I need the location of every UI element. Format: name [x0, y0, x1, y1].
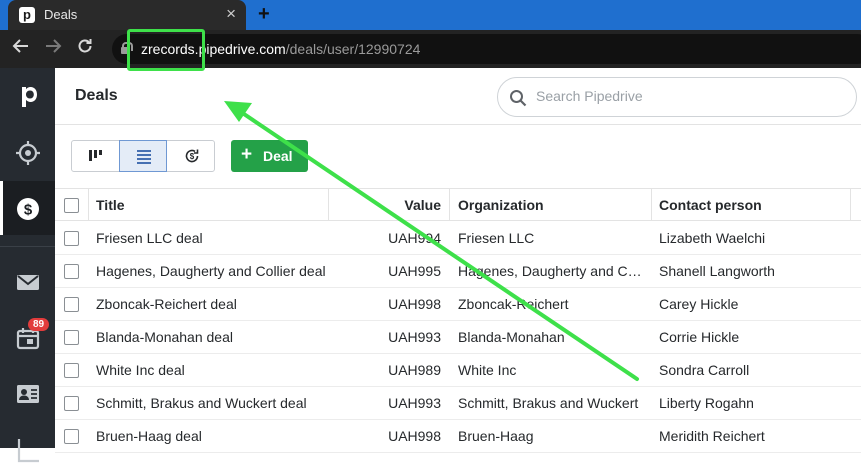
add-deal-label: Deal [263, 148, 293, 164]
deal-title-link[interactable]: Zboncak-Reichert deal [96, 288, 326, 320]
sidebar-item-deals[interactable]: $ [0, 181, 55, 235]
contact-person-link[interactable]: Lizabeth Waelchi [659, 222, 849, 254]
table-row[interactable]: Blanda-Monahan deal UAH993 Blanda-Monaha… [55, 321, 861, 354]
row-checkbox[interactable] [64, 330, 79, 345]
add-deal-button[interactable]: + Deal [231, 140, 308, 172]
column-divider [651, 189, 652, 220]
column-header-contact-person[interactable]: Contact person [659, 189, 849, 220]
deal-value: UAH995 [388, 263, 441, 279]
deal-title-link[interactable]: Hagenes, Daugherty and Collier deal [96, 255, 326, 287]
list-icon [137, 150, 151, 164]
deal-value: UAH994 [388, 230, 441, 246]
table-row[interactable]: Zboncak-Reichert deal UAH998 Zboncak-Rei… [55, 288, 861, 321]
page-header: Deals [55, 68, 861, 125]
organization-link[interactable]: Friesen LLC [458, 222, 642, 254]
sidebar-item-insights[interactable] [0, 422, 55, 476]
deal-title-link[interactable]: White Inc deal [96, 354, 326, 386]
sidebar-separator [0, 246, 55, 247]
sidebar-item-activities[interactable]: 89 [0, 310, 55, 364]
deal-value: UAH998 [388, 296, 441, 312]
sidebar-item-logo[interactable] [0, 68, 55, 122]
table-header-row: Title Value Organization Contact person [55, 188, 861, 221]
row-checkbox[interactable] [64, 264, 79, 279]
pipeline-view-button[interactable] [72, 141, 120, 171]
deal-value: UAH998 [388, 428, 441, 444]
deal-title-link[interactable]: Friesen LLC deal [96, 222, 326, 254]
organization-link[interactable]: Zboncak-Reichert [458, 288, 642, 320]
search-icon [510, 90, 527, 107]
view-switcher: $ [71, 140, 215, 172]
row-checkbox[interactable] [64, 363, 79, 378]
forecast-view-button[interactable]: $ [168, 141, 216, 171]
address-bar[interactable]: zrecords.pipedrive.com/deals/user/129907… [112, 34, 861, 64]
table-row[interactable]: Hagenes, Daugherty and Collier deal UAH9… [55, 255, 861, 288]
organization-link[interactable]: Schmitt, Brakus and Wuckert [458, 387, 642, 419]
svg-text:$: $ [190, 152, 195, 161]
table-row[interactable]: Schmitt, Brakus and Wuckert deal UAH993 … [55, 387, 861, 420]
search-box[interactable] [497, 77, 857, 117]
organization-link[interactable]: White Inc [458, 354, 642, 386]
app-sidebar: $ 89 [0, 68, 55, 463]
browser-tab[interactable]: p Deals × [8, 0, 246, 30]
column-divider [850, 189, 851, 220]
contact-person-link[interactable]: Carey Hickle [659, 288, 849, 320]
column-header-title[interactable]: Title [96, 189, 326, 220]
search-input[interactable] [534, 87, 834, 105]
subdomain-highlight-box [127, 29, 205, 71]
contact-person-link[interactable]: Liberty Rogahn [659, 387, 849, 419]
page-title: Deals [75, 87, 118, 104]
deal-value: UAH993 [388, 395, 441, 411]
mail-icon [17, 275, 39, 290]
activities-badge: 89 [28, 318, 50, 331]
dollar-icon: $ [17, 198, 39, 220]
forward-arrow-icon[interactable] [44, 37, 62, 60]
sidebar-item-mail[interactable] [0, 254, 55, 308]
back-arrow-icon[interactable] [12, 37, 30, 60]
row-checkbox[interactable] [64, 297, 79, 312]
browser-tab-bar: p Deals × + [0, 0, 861, 30]
row-checkbox[interactable] [64, 231, 79, 246]
organization-link[interactable]: Blanda-Monahan [458, 321, 642, 353]
table-row[interactable]: Bruen-Haag deal UAH998 Bruen-Haag Meridi… [55, 420, 861, 453]
contacts-icon [17, 385, 39, 403]
sidebar-item-focus[interactable] [0, 125, 55, 179]
deal-value: UAH993 [388, 329, 441, 345]
column-header-value[interactable]: Value [328, 189, 441, 220]
contact-person-link[interactable]: Corrie Hickle [659, 321, 849, 353]
contact-person-link[interactable]: Meridith Reichert [659, 420, 849, 452]
organization-link[interactable]: Bruen-Haag [458, 420, 642, 452]
table-row[interactable]: Friesen LLC deal UAH994 Friesen LLC Liza… [55, 222, 861, 255]
target-icon [16, 141, 40, 165]
pipedrive-favicon-icon: p [19, 7, 35, 23]
row-checkbox[interactable] [64, 396, 79, 411]
svg-text:$: $ [24, 202, 33, 219]
deal-value: UAH989 [388, 362, 441, 378]
reload-icon[interactable] [76, 37, 94, 60]
list-view-button[interactable] [119, 140, 167, 172]
sidebar-item-contacts[interactable] [0, 366, 55, 420]
new-tab-icon[interactable]: + [258, 3, 270, 26]
pipeline-icon [89, 150, 102, 161]
insights-icon [17, 439, 39, 463]
pipedrive-logo-icon [22, 87, 37, 107]
contact-person-link[interactable]: Sondra Carroll [659, 354, 849, 386]
deal-title-link[interactable]: Bruen-Haag deal [96, 420, 326, 452]
contact-person-link[interactable]: Shanell Langworth [659, 255, 849, 287]
table-row[interactable]: White Inc deal UAH989 White Inc Sondra C… [55, 354, 861, 387]
row-checkbox[interactable] [64, 429, 79, 444]
column-divider [88, 189, 89, 220]
select-all-checkbox[interactable] [64, 198, 79, 213]
column-divider [449, 189, 450, 220]
tab-close-icon[interactable]: × [226, 4, 236, 24]
deal-title-link[interactable]: Blanda-Monahan deal [96, 321, 326, 353]
url-path: /deals/user/12990724 [285, 41, 421, 57]
column-header-organization[interactable]: Organization [458, 189, 642, 220]
organization-link[interactable]: Hagenes, Daugherty and Collier [458, 255, 642, 287]
plus-icon: + [241, 144, 253, 165]
deal-title-link[interactable]: Schmitt, Brakus and Wuckert deal [96, 387, 326, 419]
forecast-icon: $ [185, 149, 199, 163]
tab-title: Deals [44, 7, 78, 22]
